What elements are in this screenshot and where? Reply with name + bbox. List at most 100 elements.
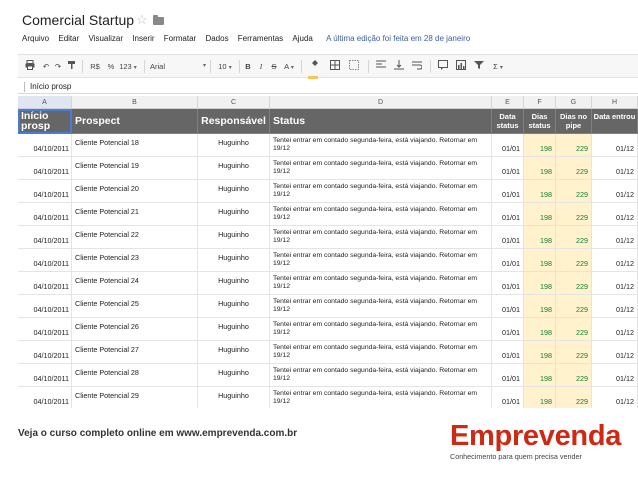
menu-inserir[interactable]: Inserir — [132, 34, 154, 43]
cell-responsavel[interactable]: Huguinho — [198, 364, 270, 387]
folder-icon[interactable] — [153, 15, 164, 25]
align-left-icon[interactable] — [374, 60, 388, 73]
cell-prospect[interactable]: Cliente Potencial 26 — [72, 318, 198, 341]
cell-data-entrou[interactable]: 01/12 — [592, 226, 638, 249]
cell-dias-no-pipe[interactable]: 229 — [556, 364, 592, 387]
column-header-d[interactable]: D — [270, 96, 492, 109]
text-color-button[interactable]: A ▾ — [282, 60, 296, 73]
cell-dias-no-pipe[interactable]: 229 — [556, 226, 592, 249]
cell-status[interactable]: Tentei entrar em contado segunda-feira, … — [270, 364, 492, 387]
cell-prospect[interactable]: Cliente Potencial 29 — [72, 387, 198, 408]
cell-data-entrou[interactable]: 01/12 — [592, 341, 638, 364]
cell-status[interactable]: Tentei entrar em contado segunda-feira, … — [270, 226, 492, 249]
cell-inicio-prosp[interactable]: 04/10/2011 — [18, 180, 72, 203]
paint-format-icon[interactable] — [66, 60, 78, 73]
cell-prospect[interactable]: Cliente Potencial 21 — [72, 203, 198, 226]
insert-comment-icon[interactable] — [436, 60, 450, 73]
cell-responsavel[interactable]: Huguinho — [198, 157, 270, 180]
column-header-g[interactable]: G — [556, 96, 592, 109]
cell-data-status[interactable]: 01/01 — [492, 249, 524, 272]
print-icon[interactable] — [24, 60, 36, 73]
menu-formatar[interactable]: Formatar — [164, 34, 196, 43]
cell-dias-status[interactable]: 198 — [524, 318, 556, 341]
header-responsavel[interactable]: Responsável — [198, 109, 270, 134]
cell-prospect[interactable]: Cliente Potencial 28 — [72, 364, 198, 387]
column-header-h[interactable]: H — [592, 96, 638, 109]
header-status[interactable]: Status — [270, 109, 492, 134]
column-header-a[interactable]: A — [18, 96, 72, 109]
cell-data-entrou[interactable]: 01/12 — [592, 134, 638, 157]
currency-format-button[interactable]: R$ — [88, 60, 102, 73]
cell-dias-no-pipe[interactable]: 229 — [556, 180, 592, 203]
cell-data-status[interactable]: 01/01 — [492, 387, 524, 408]
cell-responsavel[interactable]: Huguinho — [198, 318, 270, 341]
cell-prospect[interactable]: Cliente Potencial 24 — [72, 272, 198, 295]
cell-dias-no-pipe[interactable]: 229 — [556, 272, 592, 295]
redo-icon[interactable]: ↷ — [52, 60, 64, 73]
cell-responsavel[interactable]: Huguinho — [198, 134, 270, 157]
cell-data-entrou[interactable]: 01/12 — [592, 180, 638, 203]
cell-inicio-prosp[interactable]: 04/10/2011 — [18, 341, 72, 364]
header-data-status[interactable]: Data status — [492, 109, 524, 134]
cell-status[interactable]: Tentei entrar em contado segunda-feira, … — [270, 272, 492, 295]
cell-dias-status[interactable]: 198 — [524, 180, 556, 203]
cell-data-entrou[interactable]: 01/12 — [592, 272, 638, 295]
cell-responsavel[interactable]: Huguinho — [198, 226, 270, 249]
cell-dias-status[interactable]: 198 — [524, 134, 556, 157]
cell-data-status[interactable]: 01/01 — [492, 364, 524, 387]
undo-icon[interactable]: ↶ — [40, 60, 52, 73]
column-header-b[interactable]: B — [72, 96, 198, 109]
cell-data-status[interactable]: 01/01 — [492, 272, 524, 295]
cell-dias-status[interactable]: 198 — [524, 157, 556, 180]
cell-status[interactable]: Tentei entrar em contado segunda-feira, … — [270, 341, 492, 364]
menu-dados[interactable]: Dados — [205, 34, 228, 43]
cell-prospect[interactable]: Cliente Potencial 23 — [72, 249, 198, 272]
italic-button[interactable]: I — [256, 60, 266, 73]
cell-data-entrou[interactable]: 01/12 — [592, 387, 638, 408]
cell-dias-no-pipe[interactable]: 229 — [556, 249, 592, 272]
filter-icon[interactable] — [472, 60, 486, 73]
cell-data-status[interactable]: 01/01 — [492, 134, 524, 157]
last-edit-link[interactable]: A última edição foi feita em 28 de janei… — [326, 34, 470, 43]
cell-inicio-prosp[interactable]: 04/10/2011 — [18, 226, 72, 249]
column-header-f[interactable]: F — [524, 96, 556, 109]
cell-dias-status[interactable]: 198 — [524, 364, 556, 387]
cell-dias-no-pipe[interactable]: 229 — [556, 157, 592, 180]
functions-button[interactable]: Σ ▾ — [490, 60, 506, 73]
cell-data-status[interactable]: 01/01 — [492, 318, 524, 341]
column-header-e[interactable]: E — [492, 96, 524, 109]
wrap-text-icon[interactable] — [410, 60, 424, 73]
cell-status[interactable]: Tentei entrar em contado segunda-feira, … — [270, 387, 492, 408]
cell-dias-status[interactable]: 198 — [524, 295, 556, 318]
header-prospect[interactable]: Prospect — [72, 109, 198, 134]
header-dias-status[interactable]: Dias status — [524, 109, 556, 134]
cell-data-status[interactable]: 01/01 — [492, 341, 524, 364]
strikethrough-button[interactable]: S — [269, 60, 279, 73]
cell-data-entrou[interactable]: 01/12 — [592, 295, 638, 318]
cell-responsavel[interactable]: Huguinho — [198, 203, 270, 226]
cell-prospect[interactable]: Cliente Potencial 22 — [72, 226, 198, 249]
cell-status[interactable]: Tentei entrar em contado segunda-feira, … — [270, 180, 492, 203]
borders-icon[interactable] — [327, 60, 343, 73]
insert-chart-icon[interactable] — [454, 60, 468, 73]
cell-dias-no-pipe[interactable]: 229 — [556, 387, 592, 408]
cell-status[interactable]: Tentei entrar em contado segunda-feira, … — [270, 249, 492, 272]
column-header-c[interactable]: C — [198, 96, 270, 109]
cell-status[interactable]: Tentei entrar em contado segunda-feira, … — [270, 203, 492, 226]
merge-cells-icon[interactable] — [346, 60, 362, 73]
cell-data-status[interactable]: 01/01 — [492, 226, 524, 249]
cell-dias-no-pipe[interactable]: 229 — [556, 134, 592, 157]
percent-format-button[interactable]: % — [106, 60, 116, 73]
menu-visualizar[interactable]: Visualizar — [89, 34, 124, 43]
fill-color-button[interactable] — [307, 60, 323, 79]
cell-inicio-prosp[interactable]: 04/10/2011 — [18, 387, 72, 408]
cell-data-status[interactable]: 01/01 — [492, 180, 524, 203]
formula-input[interactable]: Início prosp — [30, 82, 71, 91]
cell-dias-status[interactable]: 198 — [524, 249, 556, 272]
cell-data-entrou[interactable]: 01/12 — [592, 249, 638, 272]
cell-inicio-prosp[interactable]: 04/10/2011 — [18, 134, 72, 157]
menu-editar[interactable]: Editar — [58, 34, 79, 43]
header-dias-no-pipe[interactable]: Dias no pipe — [556, 109, 592, 134]
cell-responsavel[interactable]: Huguinho — [198, 272, 270, 295]
cell-dias-no-pipe[interactable]: 229 — [556, 341, 592, 364]
